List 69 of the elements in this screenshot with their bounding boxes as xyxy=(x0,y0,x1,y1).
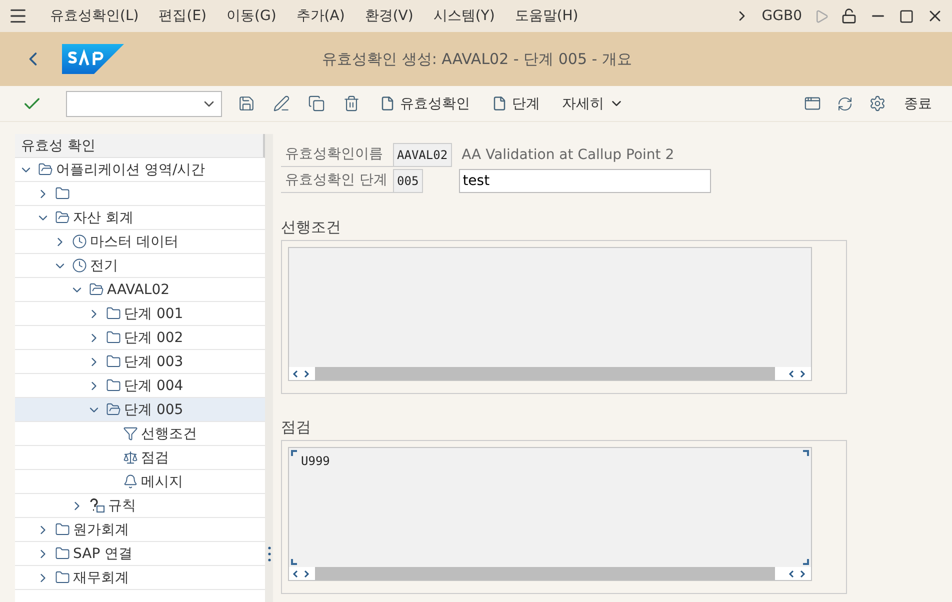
exit-button[interactable]: 종료 xyxy=(900,92,936,114)
field-value: 005 xyxy=(393,169,423,193)
scrollbar[interactable] xyxy=(289,567,811,580)
document-icon xyxy=(492,96,507,111)
folder-icon xyxy=(106,378,121,393)
tree-label: 자산 회계 xyxy=(73,208,134,226)
menu-item[interactable]: 유효성확인(L) xyxy=(42,7,147,25)
toolbar-button[interactable]: 단계 xyxy=(488,92,544,114)
tree-label: 마스터 데이터 xyxy=(90,232,178,250)
folder-icon xyxy=(38,162,53,177)
window-title: 유효성확인 생성: AAVAL02 - 단계 005 - 개요 xyxy=(321,50,633,68)
menu-item[interactable]: 추가(A) xyxy=(288,7,353,25)
folder-icon xyxy=(55,186,70,201)
folder-icon xyxy=(106,306,121,321)
tree-item[interactable]: 단계 005 xyxy=(15,398,265,422)
folder-icon xyxy=(106,354,121,369)
menu-item[interactable]: 편집(E) xyxy=(150,7,215,25)
scrollbar[interactable] xyxy=(289,367,811,380)
text-editor[interactable]: U999 xyxy=(288,447,812,581)
tree-header: 유효성 확인 xyxy=(15,134,265,158)
question-icon xyxy=(89,498,105,513)
filter-icon xyxy=(123,426,138,441)
copy-button[interactable] xyxy=(306,93,327,114)
menu-item[interactable]: 환경(V) xyxy=(356,7,422,25)
field-value: AAVAL02 xyxy=(393,143,452,167)
command-field[interactable] xyxy=(66,90,222,116)
folder-icon xyxy=(55,522,70,537)
tree-label: 메시지 xyxy=(141,472,183,490)
scale-icon xyxy=(123,450,138,465)
grip-icon[interactable] xyxy=(268,546,270,562)
section-title: 선행조건 xyxy=(281,218,342,238)
tree-label: 재무회계 xyxy=(73,568,129,586)
clock-icon xyxy=(72,258,87,273)
tree-label: SAP 연결 xyxy=(73,544,133,562)
tree-label: 단계 003 xyxy=(124,352,184,370)
system-id: GGB0 xyxy=(762,8,802,24)
tree-label: AAVAL02 xyxy=(107,282,170,298)
description-text: AA Validation at Callup Point 2 xyxy=(462,147,674,163)
folder-icon xyxy=(55,570,70,585)
folder-icon xyxy=(89,282,104,297)
folder-icon xyxy=(55,546,70,561)
menu-item[interactable]: 이동(G) xyxy=(218,7,284,25)
section-title: 점검 xyxy=(281,418,312,438)
folder-icon xyxy=(106,330,121,345)
tree-label: 점검 xyxy=(141,448,169,466)
maximize-icon[interactable] xyxy=(899,8,914,24)
folder-icon xyxy=(55,210,70,225)
logo-icon xyxy=(62,44,124,74)
folder-icon xyxy=(106,402,121,417)
menu-item[interactable]: 시스템(Y) xyxy=(425,7,503,25)
tree-label: 단계 004 xyxy=(124,376,184,394)
tree-label: 원가회계 xyxy=(73,520,129,538)
tree-label: 선행조건 xyxy=(141,424,197,442)
tree-label: 어플리케이션 영역/시간 xyxy=(56,160,206,178)
tree-label: 단계 001 xyxy=(124,304,184,322)
menu-item[interactable]: 도움말(H) xyxy=(506,7,586,25)
edit-button[interactable] xyxy=(271,93,292,114)
document-icon xyxy=(380,96,395,111)
bell-icon xyxy=(123,474,138,489)
clock-icon xyxy=(72,234,87,249)
input-field[interactable]: test xyxy=(458,169,711,193)
code-line: U999 xyxy=(301,454,331,468)
unlock-icon[interactable] xyxy=(841,8,857,24)
toolbar-button[interactable]: 자세히 xyxy=(558,92,628,114)
tree-label: 단계 005 xyxy=(124,400,184,418)
tree-label: 전기 xyxy=(90,256,118,274)
tree-label: 단계 002 xyxy=(124,328,184,346)
toolbar-button[interactable]: 유효성확인 xyxy=(376,92,474,114)
tree-label: 규칙 xyxy=(108,496,136,514)
